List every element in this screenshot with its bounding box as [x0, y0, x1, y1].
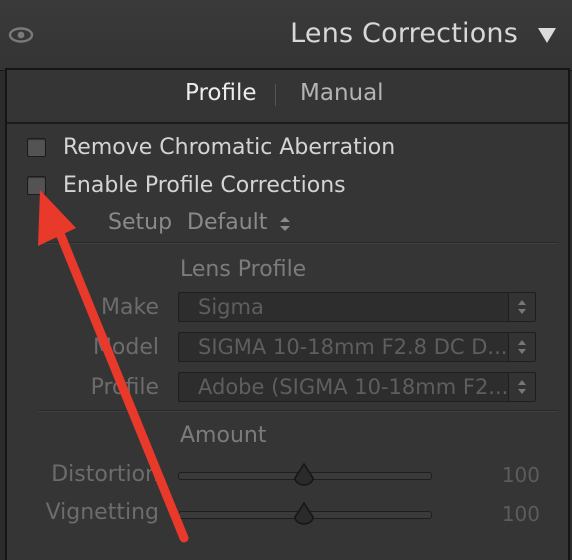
arrow-shaft — [52, 221, 189, 543]
red-arrow-annotation — [38, 190, 189, 543]
